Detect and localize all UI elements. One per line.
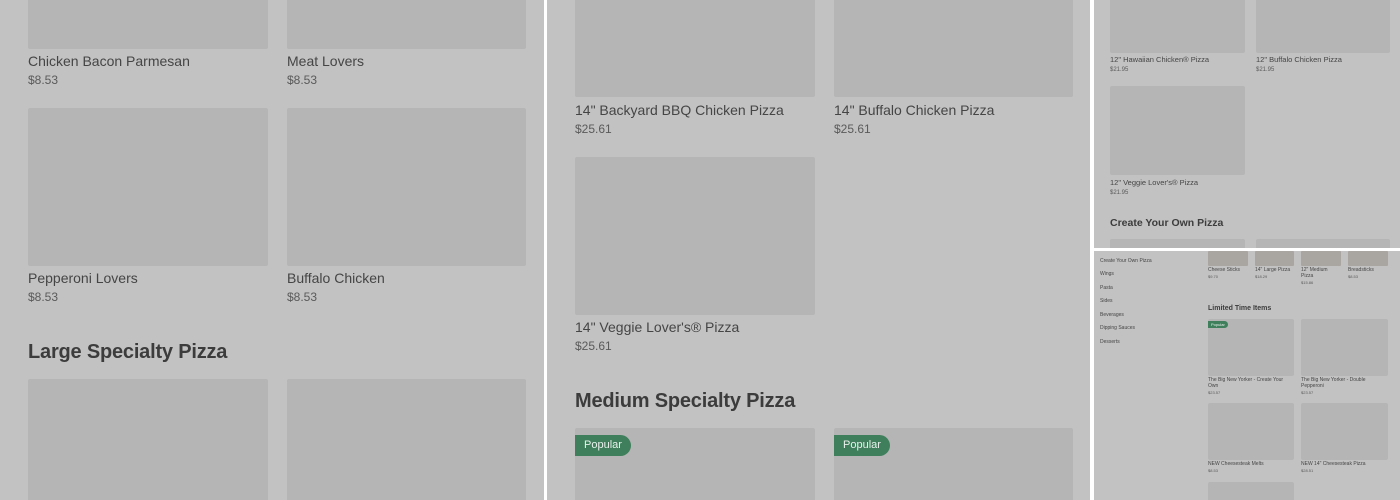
menu-panel-large: 14" Backyard BBQ Chicken Pizza $25.61 14… xyxy=(547,0,1090,500)
product-image-hawaiian-chicken[interactable] xyxy=(1110,0,1245,53)
product-price: $23.57 xyxy=(1208,390,1221,395)
product-name[interactable]: The Big New Yorker - Create Your Own xyxy=(1208,377,1294,389)
nav-create-your-own-pizza[interactable]: Create Your Own Pizza xyxy=(1100,258,1152,264)
product-image-cheese-sticks[interactable] xyxy=(1208,251,1248,266)
product-name[interactable]: Meat Lovers xyxy=(287,53,364,69)
product-name[interactable]: The Big New Yorker - Double Pepperoni xyxy=(1301,377,1388,389)
nav-dipping-sauces[interactable]: Dipping Sauces xyxy=(1100,325,1135,331)
product-image-meat-lovers[interactable] xyxy=(287,0,526,49)
product-image-large-pizza[interactable] xyxy=(1255,251,1294,266)
nav-wings[interactable]: Wings xyxy=(1100,271,1114,277)
product-image[interactable] xyxy=(1110,239,1245,248)
product-price: $21.95 xyxy=(1110,190,1129,196)
product-image-backyard-bbq[interactable] xyxy=(575,0,815,97)
product-price: $15.86 xyxy=(1301,280,1314,285)
product-image-breadsticks[interactable] xyxy=(1348,251,1388,266)
product-name[interactable]: Cheese Sticks xyxy=(1208,267,1248,273)
menu-panel-overview: Create Your Own Pizza Wings Pasta Sides … xyxy=(1094,251,1400,500)
nav-sides[interactable]: Sides xyxy=(1100,298,1113,304)
product-image[interactable] xyxy=(28,379,268,500)
product-price: $8.53 xyxy=(28,290,59,304)
product-image-veggie-lovers[interactable] xyxy=(575,157,815,315)
product-price: $23.57 xyxy=(1301,390,1314,395)
product-price: $28.51 xyxy=(1301,468,1314,473)
product-image-big-new-yorker-pepperoni[interactable] xyxy=(1301,319,1388,376)
product-name[interactable]: NEW Cheesesteak Melts xyxy=(1208,461,1294,467)
product-image-buffalo-chicken-12[interactable] xyxy=(1256,0,1390,53)
product-price: $25.61 xyxy=(575,122,612,136)
nav-desserts[interactable]: Desserts xyxy=(1100,339,1120,345)
product-name[interactable]: 14" Veggie Lover's® Pizza xyxy=(575,319,739,335)
product-image-veggie-lovers-12[interactable] xyxy=(1110,86,1245,175)
product-name[interactable]: 14" Backyard BBQ Chicken Pizza xyxy=(575,102,784,118)
product-image[interactable] xyxy=(1208,482,1294,500)
product-price: $8.53 xyxy=(1348,274,1359,279)
product-image[interactable] xyxy=(1256,239,1390,248)
product-name[interactable]: Pepperoni Lovers xyxy=(28,270,138,286)
product-image[interactable] xyxy=(287,379,526,500)
product-image-cheesesteak-melts[interactable] xyxy=(1208,403,1294,460)
product-price: $8.53 xyxy=(287,290,318,304)
menu-panel-specialty: Chicken Bacon Parmesan $8.53 Meat Lovers… xyxy=(0,0,544,500)
product-name[interactable]: Breadsticks xyxy=(1348,267,1388,273)
product-image-cheesesteak-pizza[interactable] xyxy=(1301,403,1388,460)
nav-pasta[interactable]: Pasta xyxy=(1100,285,1113,291)
section-title: Limited Time Items xyxy=(1208,305,1272,312)
product-image-medium-pizza[interactable] xyxy=(1301,251,1341,266)
product-price: $8.53 xyxy=(287,73,318,87)
nav-beverages[interactable]: Beverages xyxy=(1100,312,1124,318)
product-price: $8.53 xyxy=(1208,468,1219,473)
product-name[interactable]: Buffalo Chicken xyxy=(287,270,385,286)
popular-badge: Popular xyxy=(575,435,631,456)
product-image-chicken-bacon-parmesan[interactable] xyxy=(28,0,268,49)
product-price: $21.95 xyxy=(1256,67,1275,73)
product-price: $21.95 xyxy=(1110,67,1129,73)
section-title: Create Your Own Pizza xyxy=(1110,217,1224,229)
product-name[interactable]: 14" Large Pizza xyxy=(1255,267,1295,273)
product-price: $8.53 xyxy=(28,73,59,87)
popular-badge: Popular xyxy=(1208,321,1228,328)
product-price: $25.61 xyxy=(834,122,871,136)
product-name[interactable]: NEW 14" Cheesesteak Pizza xyxy=(1301,461,1388,467)
product-price: $9.70 xyxy=(1208,274,1219,279)
product-name[interactable]: 12" Hawaiian Chicken® Pizza xyxy=(1110,55,1209,64)
product-name[interactable]: 14" Buffalo Chicken Pizza xyxy=(834,102,994,118)
section-title: Medium Specialty Pizza xyxy=(575,390,796,412)
popular-badge: Popular xyxy=(834,435,890,456)
product-image-pepperoni-lovers[interactable] xyxy=(28,108,268,266)
menu-panel-medium: 12" Hawaiian Chicken® Pizza $21.95 12" B… xyxy=(1094,0,1400,248)
product-image-buffalo-chicken-pizza[interactable] xyxy=(834,0,1073,97)
section-title: Large Specialty Pizza xyxy=(28,341,228,363)
product-name[interactable]: Chicken Bacon Parmesan xyxy=(28,53,190,69)
product-price: $18.29 xyxy=(1255,274,1268,279)
product-name[interactable]: 12" Medium Pizza xyxy=(1301,267,1341,279)
product-name[interactable]: 12" Veggie Lover's® Pizza xyxy=(1110,178,1198,187)
product-price: $25.61 xyxy=(575,339,612,353)
product-image-buffalo-chicken[interactable] xyxy=(287,108,526,266)
product-name[interactable]: 12" Buffalo Chicken Pizza xyxy=(1256,55,1342,64)
